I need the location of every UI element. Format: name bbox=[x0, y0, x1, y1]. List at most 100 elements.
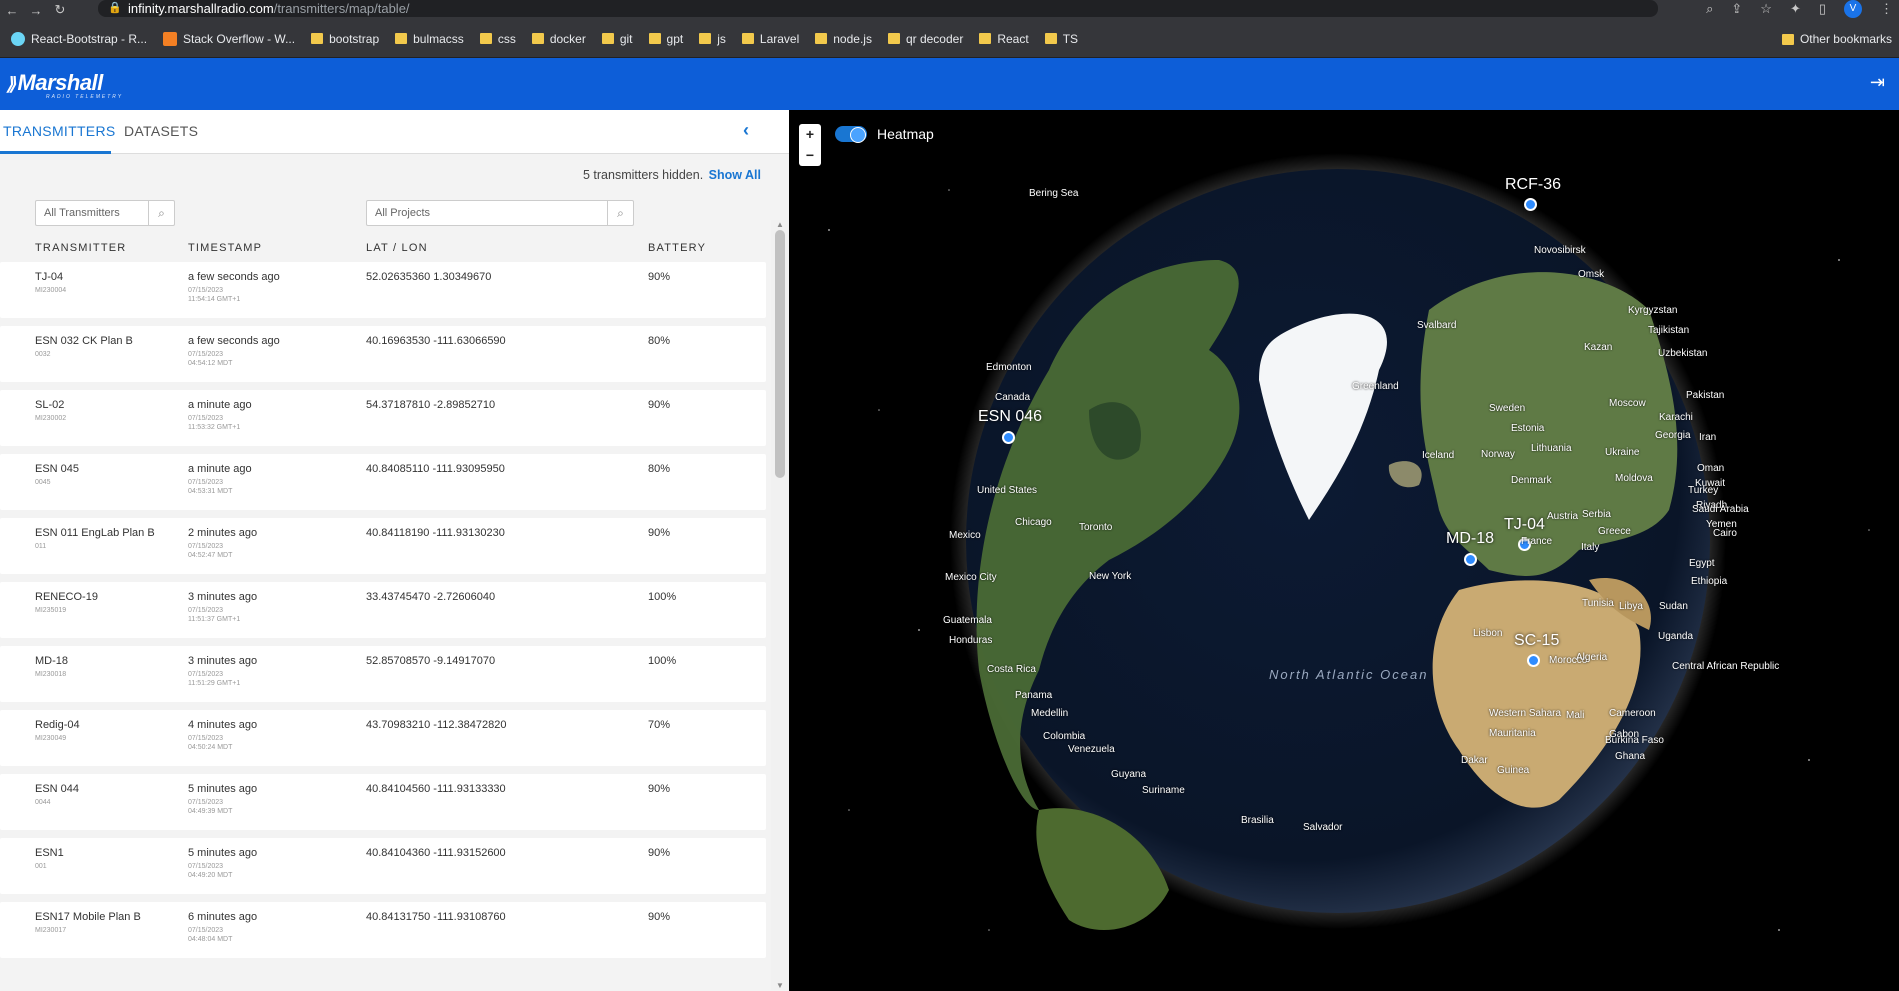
table-row[interactable]: RENECO-19 MI235019 3 minutes ago 07/15/2023… bbox=[0, 582, 766, 638]
table-row[interactable]: ESN 032 CK Plan B 0032 a few seconds ago 07… bbox=[0, 326, 766, 382]
transmitter-name: ESN 032 CK Plan B bbox=[35, 335, 133, 347]
heatmap-toggle[interactable] bbox=[835, 126, 867, 143]
transmitter-cell: RENECO-19 MI235019 bbox=[35, 591, 98, 615]
menu-icon[interactable]: ⋮ bbox=[1880, 1, 1893, 17]
map-pin-sc-15[interactable] bbox=[1527, 654, 1540, 667]
timestamp-time: 04:52:47 MDT bbox=[188, 552, 233, 559]
url-path: /transmitters/map/table/ bbox=[273, 1, 410, 16]
map-pin-esn-046[interactable] bbox=[1002, 431, 1015, 444]
scroll-down-icon[interactable]: ▼ bbox=[776, 981, 784, 990]
logout-icon[interactable]: ⇥ bbox=[1870, 72, 1885, 93]
bookmark-react-bootstrap[interactable]: React-Bootstrap - R... bbox=[4, 28, 154, 50]
table-row[interactable]: MD-18 MI230018 3 minutes ago 07/15/2023 11:5… bbox=[0, 646, 766, 702]
bookmark-folder[interactable]: git bbox=[595, 28, 640, 50]
profile-avatar[interactable]: V bbox=[1844, 0, 1862, 18]
reload-icon[interactable]: ↻ bbox=[48, 2, 72, 18]
battery-cell: 100% bbox=[648, 655, 677, 667]
folder-icon bbox=[479, 33, 492, 44]
star-icon[interactable]: ☆ bbox=[1760, 1, 1772, 17]
other-bookmarks[interactable]: Other bookmarks bbox=[1775, 28, 1899, 50]
place-label: Mexico bbox=[949, 530, 981, 541]
zoom-out-button[interactable]: − bbox=[799, 145, 821, 166]
timestamp-time: 11:54:14 GMT+1 bbox=[188, 296, 241, 303]
timestamp-relative: a minute ago bbox=[188, 399, 252, 411]
marshall-logo[interactable]: ⟫Marshall RADIO TELEMETRY bbox=[6, 70, 121, 100]
folder-icon bbox=[887, 33, 900, 44]
zoom-in-button[interactable]: + bbox=[799, 124, 821, 145]
table-row[interactable]: ESN1 001 5 minutes ago 07/15/2023 04:49:20 M… bbox=[0, 838, 766, 894]
map-pin-rcf-36[interactable] bbox=[1524, 198, 1537, 211]
transmitter-cell: ESN1 001 bbox=[35, 847, 64, 871]
transmitter-name: MD-18 bbox=[35, 655, 69, 667]
collapse-panel-icon[interactable]: ‹ bbox=[743, 120, 749, 141]
pin-label-sc-15: SC-15 bbox=[1514, 632, 1560, 649]
transmitter-cell: MD-18 MI230018 bbox=[35, 655, 68, 679]
timestamp-cell: 6 minutes ago 07/15/2023 04:48:04 MDT bbox=[188, 911, 257, 944]
transmitter-name: ESN17 Mobile Plan B bbox=[35, 911, 141, 923]
app-header: ⟫Marshall RADIO TELEMETRY ⇥ bbox=[0, 58, 1899, 110]
column-latlon[interactable]: LAT / LON bbox=[366, 242, 428, 254]
panel-scrollbar[interactable]: ▲ ▼ bbox=[771, 220, 789, 990]
place-label: Serbia bbox=[1582, 509, 1611, 520]
place-label: Georgia bbox=[1655, 430, 1691, 441]
sidebar-icon[interactable]: ▯ bbox=[1819, 1, 1826, 17]
transmitter-filter[interactable]: All Transmitters ⌕ bbox=[35, 200, 175, 226]
bookmark-folder[interactable]: gpt bbox=[642, 28, 691, 50]
table-row[interactable]: ESN 044 0044 5 minutes ago 07/15/2023 04:49:… bbox=[0, 774, 766, 830]
globe-map[interactable]: + − Heatmap RCF-36 ESN 046 MD-18 TJ-04 S… bbox=[789, 110, 1899, 991]
folder-icon bbox=[699, 33, 712, 44]
bookmark-folder[interactable]: node.js bbox=[808, 28, 879, 50]
place-label: Medellin bbox=[1031, 708, 1069, 719]
bookmark-folder[interactable]: bootstrap bbox=[304, 28, 386, 50]
bookmark-stackoverflow[interactable]: Stack Overflow - W... bbox=[156, 28, 302, 50]
table-row[interactable]: ESN 045 0045 a minute ago 07/15/2023 04:53:3… bbox=[0, 454, 766, 510]
place-label: Guinea bbox=[1497, 765, 1530, 776]
place-label: Salvador bbox=[1303, 822, 1343, 833]
search-icon[interactable]: ⌕ bbox=[148, 201, 174, 225]
timestamp-date: 07/15/2023 bbox=[188, 543, 224, 550]
back-icon[interactable]: ← bbox=[0, 3, 24, 18]
table-row[interactable]: ESN17 Mobile Plan B MI230017 6 minutes ago… bbox=[0, 902, 766, 958]
timestamp-date: 07/15/2023 bbox=[188, 863, 224, 870]
table-row[interactable]: SL-02 MI230002 a minute ago 07/15/2023 11:53… bbox=[0, 390, 766, 446]
latlon-cell: 40.16963530 -111.63066590 bbox=[366, 335, 506, 347]
bookmark-folder[interactable]: TS bbox=[1038, 28, 1085, 50]
show-all-link[interactable]: Show All bbox=[709, 168, 761, 182]
bookmark-folder[interactable]: bulmacss bbox=[388, 28, 471, 50]
project-filter[interactable]: All Projects ⌕ bbox=[366, 200, 634, 226]
tab-datasets[interactable]: DATASETS bbox=[124, 123, 198, 139]
search-icon[interactable]: ⌕ bbox=[607, 201, 633, 225]
table-row[interactable]: ESN 011 EngLab Plan B 011 2 minutes ago 07/… bbox=[0, 518, 766, 574]
logo-tagline: RADIO TELEMETRY bbox=[46, 94, 124, 100]
transmitter-id: 0032 bbox=[35, 351, 51, 358]
place-label: Toronto bbox=[1079, 522, 1113, 533]
scrollbar-thumb[interactable] bbox=[775, 230, 785, 478]
table-row[interactable]: Redig-04 MI230049 4 minutes ago 07/15/2023 0… bbox=[0, 710, 766, 766]
url-field[interactable]: 🔒 infinity.marshallradio.com/transmitters… bbox=[98, 0, 1658, 17]
timestamp-cell: a minute ago 07/15/2023 11:53:32 GMT+1 bbox=[188, 399, 252, 432]
extensions-icon[interactable]: ✦ bbox=[1790, 1, 1801, 17]
column-transmitter[interactable]: TRANSMITTER bbox=[35, 242, 126, 254]
bookmark-folder[interactable]: React bbox=[972, 28, 1035, 50]
search-icon[interactable]: ⌕ bbox=[1706, 1, 1713, 17]
latlon-cell: 40.84118190 -111.93130230 bbox=[366, 527, 505, 539]
bookmark-folder[interactable]: Laravel bbox=[735, 28, 806, 50]
bookmark-label: Other bookmarks bbox=[1799, 32, 1892, 46]
forward-icon[interactable]: → bbox=[24, 3, 48, 18]
map-pin-md-18[interactable] bbox=[1464, 553, 1477, 566]
share-icon[interactable]: ⇪ bbox=[1731, 1, 1742, 17]
place-label: Omsk bbox=[1578, 269, 1605, 280]
bookmark-folder[interactable]: js bbox=[692, 28, 733, 50]
panel-tabs: TRANSMITTERS DATASETS ‹ bbox=[0, 110, 789, 154]
scroll-up-icon[interactable]: ▲ bbox=[776, 220, 784, 229]
bookmark-folder[interactable]: docker bbox=[525, 28, 593, 50]
bookmark-folder[interactable]: css bbox=[473, 28, 523, 50]
tab-transmitters[interactable]: TRANSMITTERS bbox=[3, 123, 116, 139]
column-timestamp[interactable]: TIMESTAMP bbox=[188, 242, 262, 254]
table-row[interactable]: TJ-04 MI230004 a few seconds ago 07/15/2023… bbox=[0, 262, 766, 318]
bookmark-folder[interactable]: qr decoder bbox=[881, 28, 970, 50]
column-battery[interactable]: BATTERY bbox=[648, 242, 706, 254]
timestamp-date: 07/15/2023 bbox=[188, 799, 224, 806]
bookmark-label: qr decoder bbox=[905, 31, 964, 46]
place-label: Brasilia bbox=[1241, 815, 1274, 826]
